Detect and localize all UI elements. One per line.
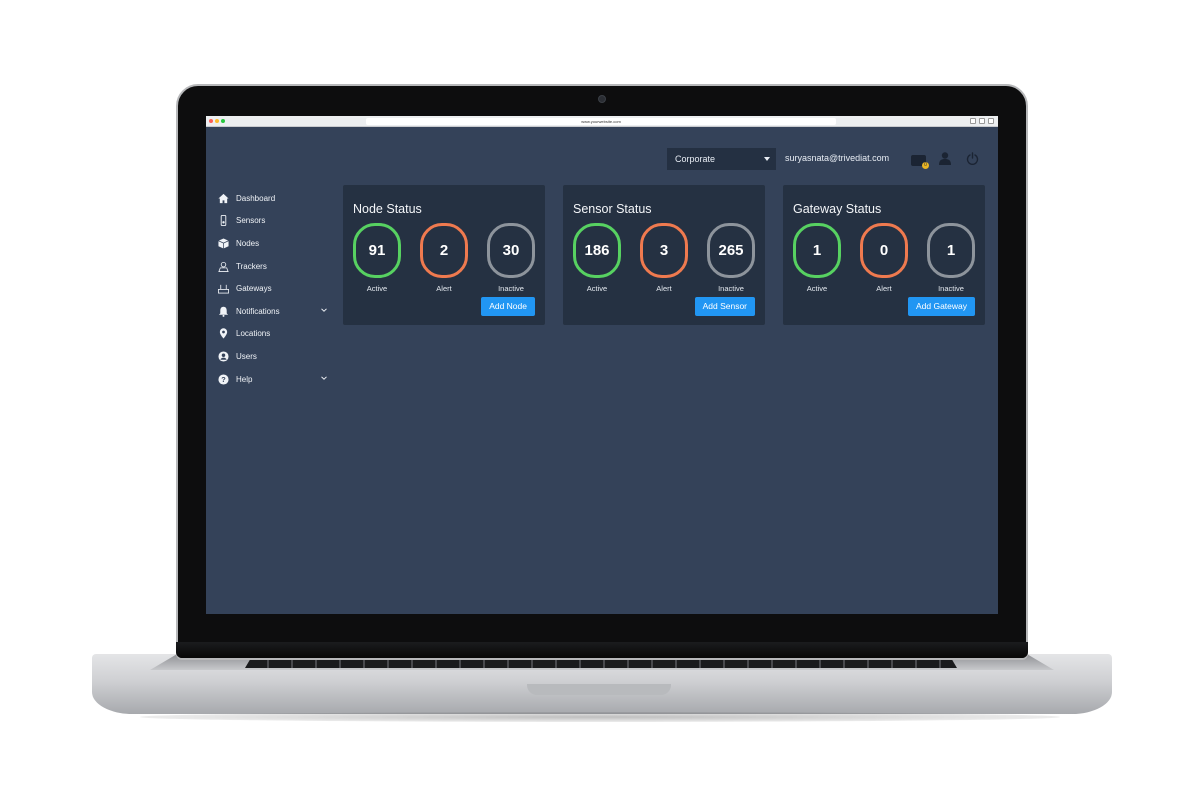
laptop-lid-notch: [527, 684, 671, 695]
active-label: Active: [586, 284, 608, 293]
sidebar-item-label: Locations: [236, 329, 271, 339]
cube-icon: [218, 238, 229, 249]
sidebar-item-dashboard[interactable]: Dashboard: [218, 187, 328, 210]
active-label: Active: [806, 284, 828, 293]
svg-text:?: ?: [221, 375, 226, 384]
alert-count-ring[interactable]: 3: [640, 223, 688, 278]
close-window-button[interactable]: [209, 119, 213, 123]
active-count-ring[interactable]: 91: [353, 223, 401, 278]
inactive-label: Inactive: [718, 284, 744, 293]
add-node-button[interactable]: Add Node: [481, 297, 535, 316]
screen: www.yourwebsite.com Corporate suryasnata…: [206, 116, 998, 614]
sidebar-item-gateways[interactable]: Gateways: [218, 277, 328, 300]
active-count: 1: [812, 242, 822, 259]
alert-label: Alert: [656, 284, 672, 293]
message-count-badge: 0: [922, 162, 929, 169]
tracker-icon: [218, 261, 229, 272]
active-count-ring[interactable]: 186: [573, 223, 621, 278]
sidebar-item-trackers[interactable]: Trackers: [218, 255, 328, 278]
alert-count-ring[interactable]: 2: [420, 223, 468, 278]
active-count-ring[interactable]: 1: [793, 223, 841, 278]
inactive-label: Inactive: [498, 284, 524, 293]
chevron-down-icon[interactable]: [320, 306, 328, 314]
sidebar-item-sensors[interactable]: Sensors: [218, 210, 328, 233]
organization-select-value: Corporate: [675, 154, 716, 164]
bell-icon: [218, 306, 229, 317]
sensor-status-card: Sensor Status 186 3 265 Active Alert Ina…: [563, 185, 765, 325]
alert-count: 2: [439, 242, 449, 259]
power-icon[interactable]: [966, 152, 979, 165]
sidebar-item-label: Gateways: [236, 284, 272, 294]
sidebar-item-nodes[interactable]: Nodes: [218, 232, 328, 255]
inactive-label: Inactive: [938, 284, 964, 293]
browser-toolbar: www.yourwebsite.com: [206, 116, 998, 127]
sidebar-item-label: Users: [236, 351, 257, 361]
alert-count: 0: [879, 242, 889, 259]
card-title: Node Status: [353, 202, 422, 216]
inactive-count: 1: [946, 242, 956, 259]
map-pin-icon: [219, 328, 228, 339]
sidebar-item-users[interactable]: Users: [218, 345, 328, 368]
add-gateway-button[interactable]: Add Gateway: [907, 297, 975, 316]
download-icon[interactable]: [988, 118, 994, 124]
window-controls: [209, 119, 225, 123]
node-status-card: Node Status 91 2 30 Active Alert Inactiv…: [343, 185, 545, 325]
gateway-icon: [218, 285, 229, 294]
minimize-window-button[interactable]: [215, 119, 219, 123]
alert-label: Alert: [436, 284, 452, 293]
sidebar-item-locations[interactable]: Locations: [218, 323, 328, 346]
alert-count-ring[interactable]: 0: [860, 223, 908, 278]
home-icon: [218, 193, 229, 203]
sidebar-item-help[interactable]: ? Help: [218, 368, 328, 391]
user-icon[interactable]: [939, 152, 951, 165]
sidebar-item-label: Sensors: [236, 216, 266, 226]
sensor-icon: [220, 215, 227, 227]
dashboard-app: Corporate suryasnata@trivediat.com 0 Das…: [206, 127, 998, 614]
address-bar[interactable]: www.yourwebsite.com: [366, 118, 836, 125]
sidebar-nav: Dashboard Sensors Nodes Trackers Gateway…: [218, 187, 328, 390]
chevron-down-icon[interactable]: [320, 374, 328, 382]
help-icon: ?: [218, 374, 229, 385]
organization-select[interactable]: Corporate: [667, 148, 776, 170]
laptop-hinge: [176, 642, 1028, 658]
sidebar-item-label: Notifications: [236, 306, 280, 316]
caret-down-icon: [764, 157, 770, 161]
inactive-count: 30: [502, 242, 520, 259]
add-sensor-button[interactable]: Add Sensor: [694, 297, 755, 316]
inactive-count-ring[interactable]: 1: [927, 223, 975, 278]
gateway-status-card: Gateway Status 1 0 1 Active Alert Inacti…: [783, 185, 985, 325]
active-label: Active: [366, 284, 388, 293]
inactive-count: 265: [718, 242, 744, 259]
laptop-shadow: [140, 712, 1060, 722]
camera-icon: [598, 95, 606, 103]
active-count: 186: [584, 242, 610, 259]
sidebar-item-label: Nodes: [236, 238, 260, 248]
user-email: suryasnata@trivediat.com: [785, 153, 890, 163]
tabs-icon[interactable]: [979, 118, 985, 124]
laptop-mockup: www.yourwebsite.com Corporate suryasnata…: [0, 0, 1200, 807]
alert-label: Alert: [876, 284, 892, 293]
sidebar-item-notifications[interactable]: Notifications: [218, 300, 328, 323]
sidebar-item-label: Dashboard: [236, 193, 276, 203]
share-icon[interactable]: [970, 118, 976, 124]
active-count: 91: [368, 242, 386, 259]
card-title: Gateway Status: [793, 202, 882, 216]
user-circle-icon: [218, 351, 229, 362]
inactive-count-ring[interactable]: 265: [707, 223, 755, 278]
message-icon[interactable]: 0: [911, 155, 929, 169]
alert-count: 3: [659, 242, 669, 259]
browser-actions: [970, 118, 994, 124]
inactive-count-ring[interactable]: 30: [487, 223, 535, 278]
sidebar-item-label: Trackers: [236, 261, 267, 271]
maximize-window-button[interactable]: [221, 119, 225, 123]
sidebar-item-label: Help: [236, 374, 253, 384]
card-title: Sensor Status: [573, 202, 652, 216]
